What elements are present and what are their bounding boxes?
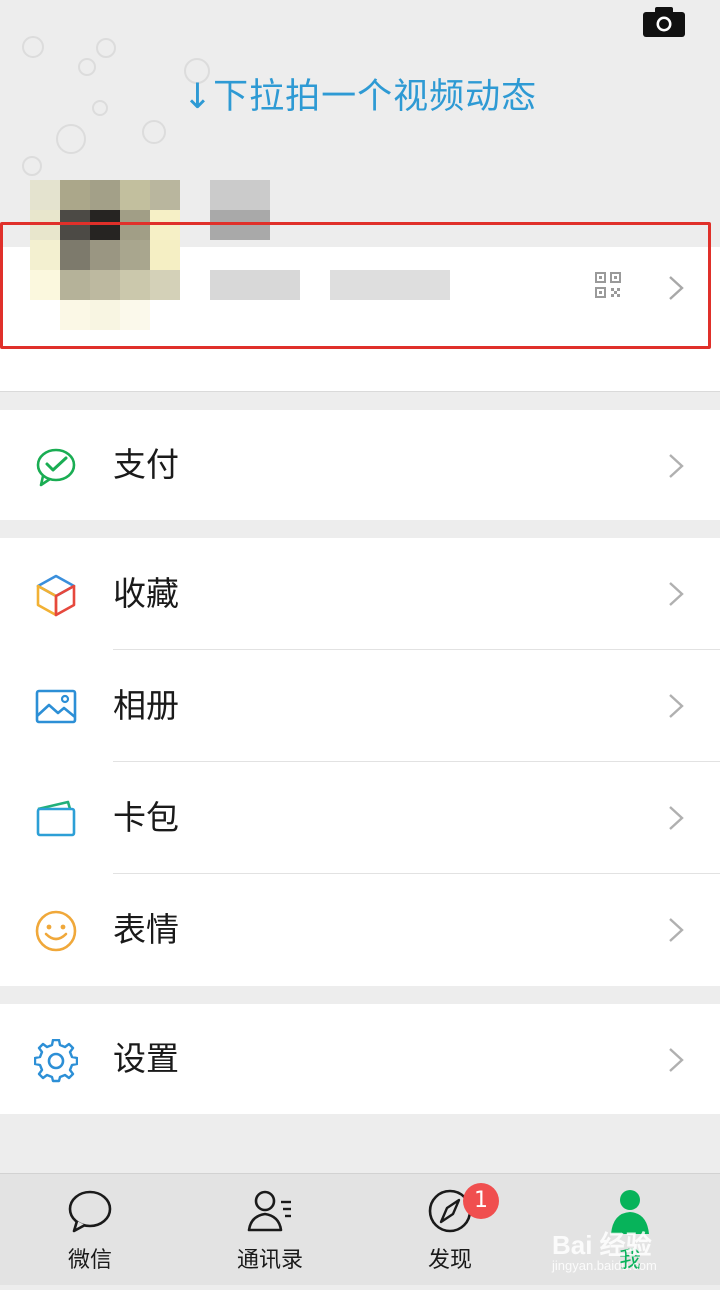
chevron-right-icon bbox=[669, 918, 684, 942]
decorative-bubble bbox=[142, 120, 166, 144]
tab-label-contacts: 通讯录 bbox=[236, 1248, 303, 1273]
menu-item-pay[interactable]: 支付 bbox=[0, 410, 720, 520]
album-picture-icon bbox=[35, 689, 77, 724]
wechat-pay-icon bbox=[36, 448, 76, 487]
menu-label-settings: 设置 bbox=[113, 1039, 179, 1078]
menu-label-stickers: 表情 bbox=[113, 910, 179, 949]
menu-label-album: 相册 bbox=[113, 686, 179, 725]
watermark-url: jingyan.baidu.com bbox=[552, 1258, 657, 1273]
tab-chats[interactable]: 微信 bbox=[0, 1174, 180, 1286]
tab-label-discover: 发现 bbox=[427, 1248, 472, 1273]
menu-label-pay: 支付 bbox=[113, 445, 179, 484]
profile-header[interactable]: ↓下拉拍一个视频动态 bbox=[0, 0, 720, 392]
features-section: 收藏 相册 卡包 表情 bbox=[0, 538, 720, 986]
chevron-right-icon bbox=[669, 806, 684, 830]
menu-item-settings[interactable]: 设置 bbox=[0, 1004, 720, 1114]
decorative-bubble bbox=[96, 38, 116, 58]
tab-contacts[interactable]: 通讯录 bbox=[180, 1174, 360, 1286]
chevron-right-icon bbox=[669, 582, 684, 606]
menu-item-album[interactable]: 相册 bbox=[0, 650, 720, 762]
menu-label-favorites: 收藏 bbox=[113, 574, 179, 613]
menu-item-cards[interactable]: 卡包 bbox=[0, 762, 720, 874]
decorative-bubble bbox=[22, 36, 44, 58]
blurred-nickname bbox=[210, 180, 270, 210]
favorites-cube-icon bbox=[36, 574, 76, 617]
decorative-bubble bbox=[22, 156, 42, 176]
divider bbox=[0, 391, 720, 392]
settings-section: 设置 bbox=[0, 1004, 720, 1114]
tab-label-chats: 微信 bbox=[67, 1248, 112, 1273]
menu-item-stickers[interactable]: 表情 bbox=[0, 874, 720, 986]
menu-item-favorites[interactable]: 收藏 bbox=[0, 538, 720, 650]
pull-down-hint: ↓下拉拍一个视频动态 bbox=[182, 77, 538, 117]
menu-label-cards: 卡包 bbox=[113, 798, 179, 837]
bottom-strip bbox=[0, 1285, 720, 1290]
chevron-right-icon bbox=[669, 454, 684, 478]
chat-bubble-icon bbox=[68, 1190, 112, 1233]
chevron-right-icon bbox=[669, 694, 684, 718]
me-page: ↓下拉拍一个视频动态 支付 收藏 相册 卡包 表情 设置 微信 通讯录 发现 我… bbox=[0, 0, 720, 1290]
highlight-annotation-box bbox=[0, 222, 711, 349]
contacts-icon bbox=[247, 1190, 291, 1232]
discover-unread-badge: 1 bbox=[463, 1183, 499, 1219]
gear-icon bbox=[34, 1039, 78, 1083]
camera-icon[interactable] bbox=[642, 6, 686, 38]
tab-discover[interactable]: 发现 bbox=[360, 1174, 540, 1286]
smiley-icon bbox=[35, 910, 77, 952]
watermark: Bai 经验 bbox=[552, 1230, 652, 1260]
pay-section: 支付 bbox=[0, 410, 720, 520]
decorative-bubble bbox=[56, 124, 86, 154]
chevron-right-icon bbox=[669, 1048, 684, 1072]
card-wallet-icon bbox=[36, 800, 76, 837]
